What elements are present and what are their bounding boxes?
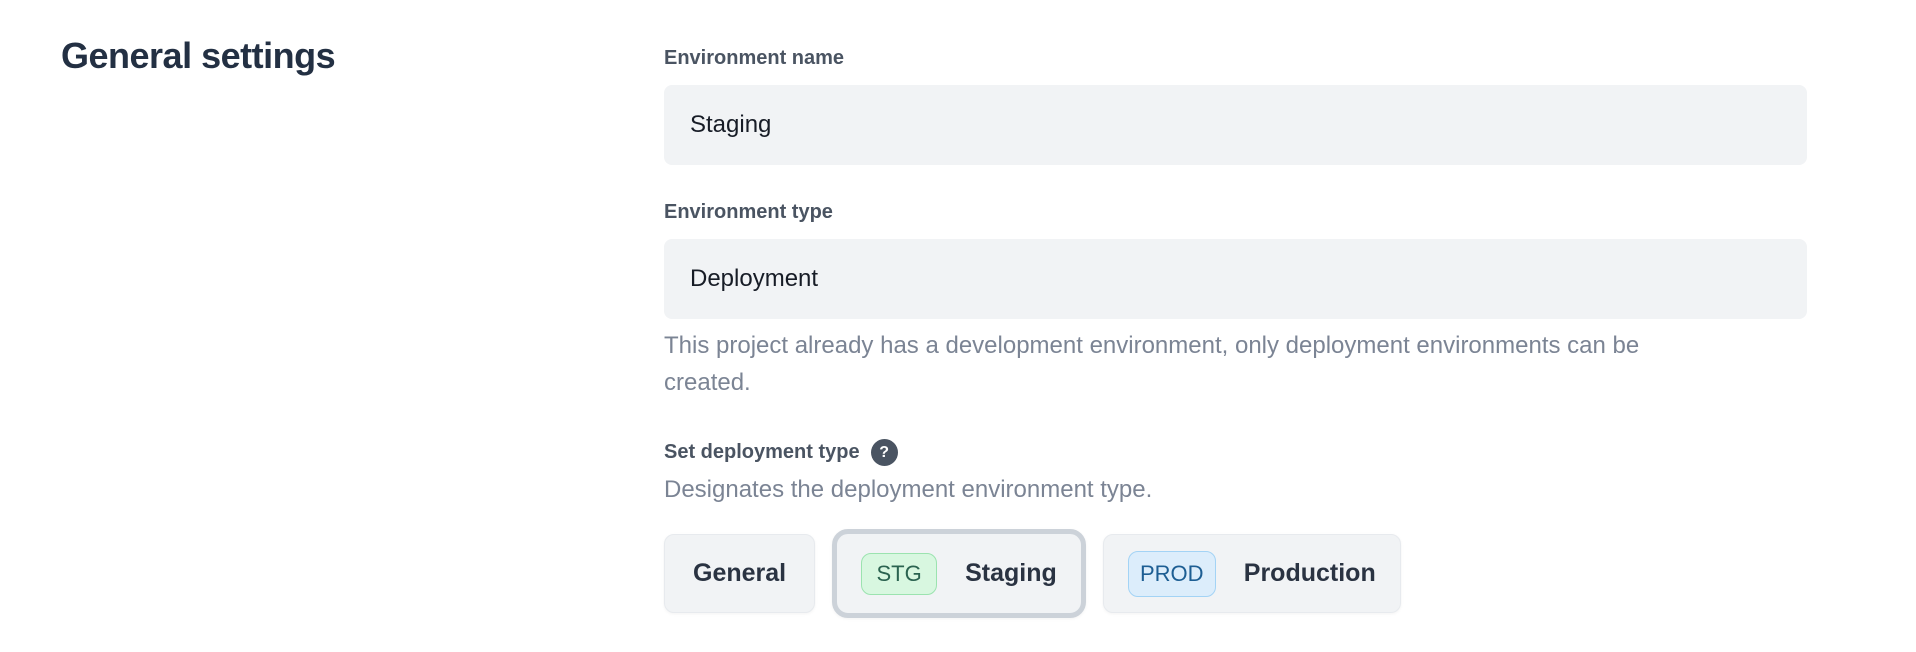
deployment-type-label: Set deployment type: [664, 440, 860, 465]
deployment-type-label-row: Set deployment type ?: [664, 439, 1807, 466]
environment-name-input[interactable]: [664, 85, 1807, 165]
environment-type-field: Environment type This project already ha…: [664, 200, 1807, 401]
option-production-button[interactable]: PROD Production: [1103, 534, 1401, 613]
option-general-label: General: [693, 559, 786, 588]
settings-page: General settings Environment name Enviro…: [0, 0, 1916, 618]
environment-type-label: Environment type: [664, 200, 1807, 225]
option-staging-button[interactable]: STG Staging: [832, 529, 1086, 618]
deployment-type-description: Designates the deployment environment ty…: [664, 475, 1807, 505]
settings-form: Environment name Environment type This p…: [664, 0, 1807, 618]
environment-type-helper-text: This project already has a development e…: [664, 327, 1807, 401]
option-production-label: Production: [1244, 559, 1376, 588]
option-general-button[interactable]: General: [664, 534, 815, 613]
deployment-type-options: General STG Staging PROD Production: [664, 529, 1807, 618]
deployment-type-section: Set deployment type ? Designates the dep…: [664, 439, 1807, 618]
option-staging-label: Staging: [965, 559, 1057, 588]
environment-name-label: Environment name: [664, 46, 1807, 71]
stg-badge: STG: [861, 553, 937, 595]
prod-badge: PROD: [1128, 551, 1216, 597]
question-mark-icon[interactable]: ?: [871, 439, 898, 466]
settings-header-column: General settings: [0, 0, 664, 618]
helper-text-line2: created.: [664, 364, 1807, 401]
environment-type-input[interactable]: [664, 239, 1807, 319]
helper-text-line1: This project already has a development e…: [664, 327, 1807, 364]
environment-name-field: Environment name: [664, 46, 1807, 165]
page-title: General settings: [61, 33, 664, 78]
